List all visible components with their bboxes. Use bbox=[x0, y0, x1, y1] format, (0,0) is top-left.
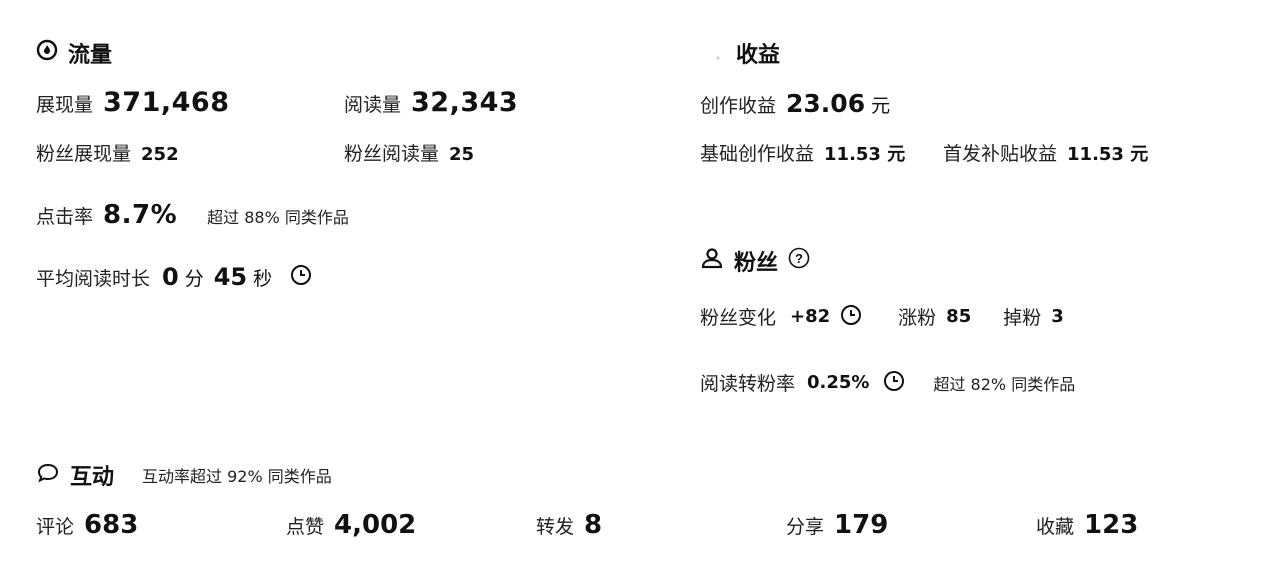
favorites-value: 123 bbox=[1084, 510, 1139, 540]
shares-value: 179 bbox=[834, 510, 889, 540]
user-icon bbox=[700, 246, 724, 276]
avg-read-seconds: 45 bbox=[213, 263, 248, 291]
fans-change-label: 粉丝变化 bbox=[700, 307, 777, 329]
traffic-title: 流量 bbox=[68, 43, 113, 68]
first-pub-earnings-label: 首发补贴收益 bbox=[943, 143, 1058, 165]
clock-icon[interactable] bbox=[290, 264, 312, 290]
reads-value: 32,343 bbox=[411, 87, 519, 118]
fans-section-title: 粉丝 ? bbox=[700, 245, 810, 277]
likes-metric: 点赞 4,002 bbox=[286, 510, 416, 540]
avg-read-time-metric: 平均阅读时长 0 分 45 秒 bbox=[36, 263, 312, 291]
reads-label: 阅读量 bbox=[344, 94, 402, 116]
reposts-metric: 转发 8 bbox=[536, 510, 602, 540]
fans-change-value: +82 bbox=[790, 306, 831, 327]
fans-loss-label: 掉粉 bbox=[1003, 307, 1042, 329]
ctr-metric: 点击率 8.7% 超过 88% 同类作品 bbox=[36, 200, 349, 230]
earnings-icon bbox=[710, 42, 726, 64]
fans-loss-value: 3 bbox=[1051, 306, 1064, 327]
traffic-section-title: 流量 bbox=[36, 37, 112, 69]
favorites-metric: 收藏 123 bbox=[1036, 510, 1138, 540]
fan-reads-value: 25 bbox=[449, 144, 475, 165]
comments-label: 评论 bbox=[36, 516, 75, 538]
ctr-note: 超过 88% 同类作品 bbox=[207, 208, 349, 227]
read-to-fan-rate-label: 阅读转粉率 bbox=[700, 373, 796, 395]
fan-reads-label: 粉丝阅读量 bbox=[344, 143, 440, 165]
read-to-fan-rate-row: 阅读转粉率 0.25% 超过 82% 同类作品 bbox=[700, 369, 1075, 396]
fan-reads-metric: 粉丝阅读量 25 bbox=[344, 139, 474, 166]
read-to-fan-rate-note: 超过 82% 同类作品 bbox=[933, 374, 1076, 394]
likes-label: 点赞 bbox=[286, 516, 325, 538]
fan-impressions-metric: 粉丝展现量 252 bbox=[36, 139, 179, 166]
favorites-label: 收藏 bbox=[1036, 516, 1075, 538]
svg-text:?: ? bbox=[795, 251, 803, 266]
avg-read-minutes-unit: 分 bbox=[184, 267, 204, 290]
reads-metric: 阅读量 32,343 bbox=[344, 87, 518, 118]
likes-value: 4,002 bbox=[334, 510, 417, 540]
base-earnings-value: 11.53 元 bbox=[824, 144, 906, 165]
help-icon[interactable]: ? bbox=[788, 247, 810, 275]
base-earnings-label: 基础创作收益 bbox=[700, 143, 815, 165]
first-pub-earnings-metric: 首发补贴收益 11.53 元 bbox=[943, 139, 1148, 166]
creation-earnings-label: 创作收益 bbox=[700, 95, 777, 117]
read-to-fan-clock-icon[interactable] bbox=[883, 370, 905, 396]
interaction-title: 互动 bbox=[70, 465, 115, 490]
interaction-note: 互动率超过 92% 同类作品 bbox=[142, 467, 332, 486]
shares-metric: 分享 179 bbox=[786, 510, 888, 540]
first-pub-earnings-value: 11.53 元 bbox=[1067, 144, 1149, 165]
interaction-section-title: 互动 互动率超过 92% 同类作品 bbox=[36, 459, 332, 491]
earnings-section-title: 收益 bbox=[710, 37, 780, 69]
comments-metric: 评论 683 bbox=[36, 510, 138, 540]
reposts-label: 转发 bbox=[536, 516, 575, 538]
fans-gain-label: 涨粉 bbox=[898, 307, 937, 329]
ctr-label: 点击率 bbox=[36, 206, 94, 228]
avg-read-seconds-unit: 秒 bbox=[253, 267, 273, 290]
creation-earnings-value: 23.06 bbox=[786, 89, 866, 118]
impressions-metric: 展现量 371,468 bbox=[36, 87, 230, 118]
impressions-label: 展现量 bbox=[36, 94, 94, 116]
creation-earnings-metric: 创作收益 23.06 元 bbox=[700, 89, 890, 118]
read-to-fan-rate-value: 0.25% bbox=[807, 372, 870, 393]
creation-earnings-unit: 元 bbox=[871, 95, 891, 117]
fan-impressions-label: 粉丝展现量 bbox=[36, 143, 132, 165]
avg-read-time-label: 平均阅读时长 bbox=[36, 267, 151, 290]
comments-value: 683 bbox=[84, 510, 139, 540]
fans-title: 粉丝 bbox=[734, 251, 779, 276]
traffic-icon bbox=[36, 39, 58, 67]
impressions-value: 371,468 bbox=[103, 87, 230, 118]
shares-label: 分享 bbox=[786, 516, 825, 538]
earnings-title: 收益 bbox=[736, 43, 781, 68]
comment-bubble-icon bbox=[36, 462, 60, 488]
fans-gain-value: 85 bbox=[946, 306, 972, 327]
fans-change-clock-icon[interactable] bbox=[840, 304, 862, 330]
fans-change-row: 粉丝变化 +82 涨粉 85 掉粉 3 bbox=[700, 303, 1064, 330]
avg-read-minutes: 0 bbox=[162, 263, 179, 291]
fan-impressions-value: 252 bbox=[141, 144, 179, 165]
reposts-value: 8 bbox=[584, 510, 603, 540]
ctr-value: 8.7% bbox=[103, 200, 178, 230]
base-earnings-metric: 基础创作收益 11.53 元 bbox=[700, 139, 905, 166]
